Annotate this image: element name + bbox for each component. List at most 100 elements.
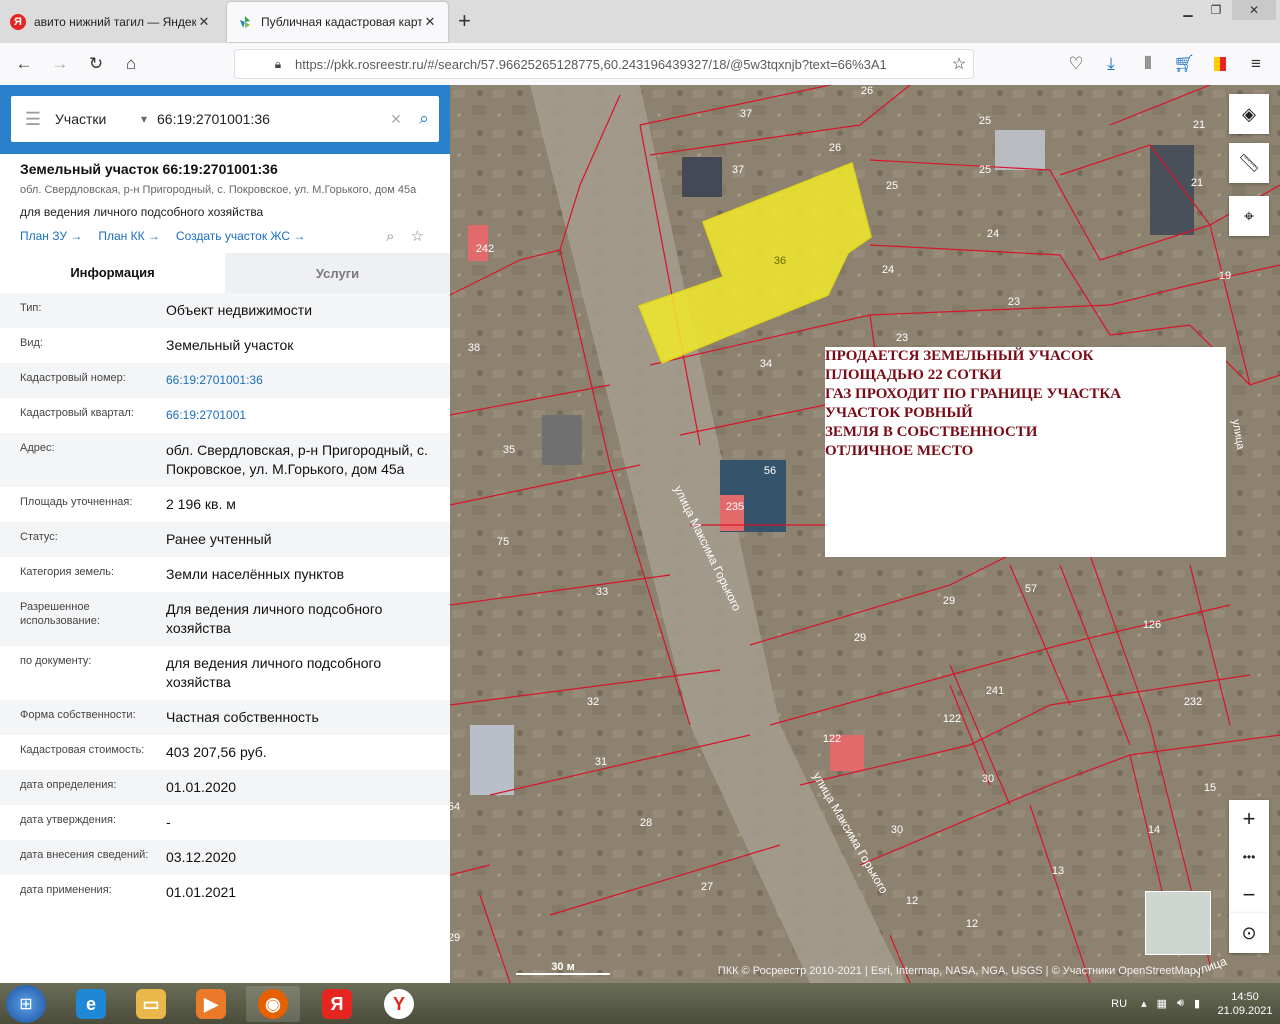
zoom-more-button[interactable]: ••• — [1229, 838, 1269, 876]
attribute-key: Площадь уточненная: — [20, 496, 133, 508]
zoom-in-button[interactable]: + — [1229, 800, 1269, 838]
attribute-row: Кадастровый квартал: 66:19:2701001 — [0, 398, 450, 433]
tab-information[interactable]: Информация — [0, 253, 225, 293]
tab-services[interactable]: Услуги — [225, 253, 450, 293]
compass-icon[interactable]: ⊙ — [1229, 913, 1269, 953]
forward-icon[interactable]: → — [48, 52, 72, 76]
sale-ad-box: ПРОДАЕТСЯ ЗЕМЕЛЬНЫЙ УЧАСОК ПЛОЩАДЬЮ 22 С… — [825, 347, 1226, 557]
plan-kk-link[interactable]: План КК → — [98, 229, 160, 243]
selected-plot-label: 36 — [774, 255, 786, 267]
attribute-row: дата внесения сведений: 03.12.2020 — [0, 840, 450, 875]
layers-icon[interactable]: ◈ — [1229, 94, 1269, 134]
plot-label: 54 — [450, 801, 460, 813]
cadastral-number-link[interactable]: 66:19:2701001:36 — [166, 371, 446, 390]
attribute-row: Кадастровый номер: 66:19:2701001:36 — [0, 363, 450, 398]
object-address: обл. Свердловская, р-н Пригородный, с. П… — [20, 184, 417, 196]
attribute-key: Тип: — [20, 302, 42, 314]
attribute-key: Разрешенное использование: — [20, 601, 100, 627]
start-button[interactable]: ⊞ — [6, 985, 46, 1023]
cadastral-map[interactable]: 36 26 37 37 26 25 25 21 21 25 24 242 24 … — [450, 85, 1280, 983]
pocket-icon[interactable]: ♡ — [1064, 52, 1088, 76]
url-text[interactable]: https://pkk.rosreestr.ru/#/search/57.966… — [295, 57, 945, 72]
ad-line: УЧАСТОК РОВНЫЙ — [825, 405, 973, 421]
plot-label: 25 — [979, 164, 991, 176]
zoom-to-object-icon[interactable]: ⌕ — [386, 228, 394, 245]
ad-line: ПРОДАЕТСЯ ЗЕМЕЛЬНЫЙ УЧАСОК — [825, 348, 1094, 364]
close-window-icon[interactable]: ✕ — [1232, 0, 1276, 20]
back-icon[interactable]: ← — [12, 52, 36, 76]
tab-pkk[interactable]: Публичная кадастровая карта ✕ — [227, 2, 448, 42]
ie-icon[interactable]: e — [64, 986, 118, 1022]
hamburger-icon[interactable]: ☰ — [11, 109, 55, 130]
object-actions: ⌕ ☆ — [386, 227, 424, 245]
bookmark-star-icon[interactable]: ☆ — [945, 54, 973, 74]
chevron-down-icon[interactable]: ▾ — [131, 112, 157, 126]
explorer-icon[interactable]: ▭ — [124, 986, 178, 1022]
attribute-row: Категория земель: Земли населённых пункто… — [0, 557, 450, 592]
plot-label: 241 — [986, 685, 1004, 697]
tray-arrow-icon[interactable]: ▴ — [1141, 997, 1147, 1010]
zoom-out-button[interactable]: − — [1229, 876, 1269, 914]
attribute-key: дата утверждения: — [20, 814, 117, 826]
minimize-icon[interactable]: ▁ — [1174, 0, 1202, 20]
plot-label: 32 — [587, 696, 599, 708]
ruler-icon[interactable]: 📏︎ — [1229, 143, 1269, 183]
building — [995, 130, 1045, 170]
favorite-star-icon[interactable]: ☆ — [411, 228, 424, 245]
menu-icon[interactable]: ≡ — [1244, 52, 1268, 76]
locate-icon[interactable]: ⌖ — [1229, 196, 1269, 236]
new-tab-button[interactable]: + — [458, 8, 471, 34]
plot-label: 25 — [979, 115, 991, 127]
reload-icon[interactable]: ↻ — [84, 52, 108, 76]
browser-tab-strip: Я авито нижний тагил — Яндекс ✕ Публична… — [0, 0, 1280, 43]
restore-icon[interactable]: ❐ — [1202, 0, 1230, 20]
address-bar[interactable]: 🔒︎ https://pkk.rosreestr.ru/#/search/57.… — [234, 49, 974, 79]
cart-icon[interactable]: 🛒︎ — [1172, 52, 1196, 76]
power-icon[interactable]: ▮ — [1194, 997, 1200, 1010]
ad-line: ЗЕМЛЯ В СОБСТВЕННОСТИ — [825, 424, 1038, 440]
plot-label: 29 — [943, 595, 955, 607]
attribute-value: 403 207,56 руб. — [166, 744, 267, 760]
bookmark-flag-icon[interactable] — [1208, 52, 1232, 76]
plot-label: 37 — [732, 164, 744, 176]
media-player-icon[interactable]: ▶ — [184, 986, 238, 1022]
plot-label: 35 — [503, 444, 515, 456]
yandex-icon[interactable]: Y — [372, 986, 426, 1022]
volume-icon[interactable]: 🔊︎ — [1177, 997, 1184, 1010]
minimap[interactable] — [1145, 891, 1211, 955]
plot-label: 26 — [861, 85, 873, 97]
attribute-row: Площадь уточненная: 2 196 кв. м — [0, 487, 450, 522]
attribute-value: - — [166, 814, 171, 830]
attribute-row: Статус: Ранее учтенный — [0, 522, 450, 557]
plot-label: 122 — [823, 733, 841, 745]
search-input[interactable]: 66:19:2701001:36 — [157, 111, 383, 127]
network-icon[interactable]: ▦ — [1157, 997, 1167, 1010]
firefox-icon[interactable]: ◉ — [246, 986, 300, 1022]
attribute-key: Адрес: — [20, 442, 55, 454]
plot-label: 242 — [476, 243, 494, 255]
clear-icon[interactable]: × — [383, 109, 409, 130]
plot-label: 28 — [640, 817, 652, 829]
yandex-browser-icon[interactable]: Я — [310, 986, 364, 1022]
library-icon[interactable]: ⫴ — [1136, 52, 1160, 76]
object-links: План ЗУ → План КК → Создать участок ЖС → — [20, 229, 321, 243]
taskbar: ⊞ e ▭ ▶ ◉ Я Y RU ▴ ▦ 🔊︎ ▮ 14:50 21.09.20… — [0, 983, 1280, 1024]
close-tab-icon[interactable]: ✕ — [422, 14, 438, 30]
attribute-value: для ведения личного подсобного хозяйства — [166, 655, 382, 690]
create-plot-link[interactable]: Создать участок ЖС → — [176, 229, 305, 243]
lock-icon[interactable]: 🔒︎ — [267, 57, 289, 72]
close-tab-icon[interactable]: ✕ — [196, 14, 212, 30]
cadastral-quarter-link[interactable]: 66:19:2701001 — [166, 406, 446, 425]
search-category-select[interactable]: Участки — [55, 111, 131, 127]
attribute-key: Кадастровый номер: — [20, 372, 126, 384]
attribute-row: дата утверждения: - — [0, 805, 450, 840]
plan-zu-link[interactable]: План ЗУ → — [20, 229, 82, 243]
home-icon[interactable]: ⌂ — [119, 52, 143, 76]
attribute-value: Земли населённых пунктов — [166, 566, 345, 582]
search-icon[interactable]: ⌕ — [409, 109, 439, 129]
download-icon[interactable]: ⤓ — [1099, 52, 1123, 76]
tab-yandex-search[interactable]: Я авито нижний тагил — Яндекс ✕ — [0, 2, 222, 42]
search-bar: ☰ Участки ▾ 66:19:2701001:36 × ⌕ — [0, 85, 450, 154]
clock[interactable]: 14:50 21.09.2021 — [1210, 990, 1280, 1018]
language-indicator[interactable]: RU — [1111, 998, 1127, 1010]
